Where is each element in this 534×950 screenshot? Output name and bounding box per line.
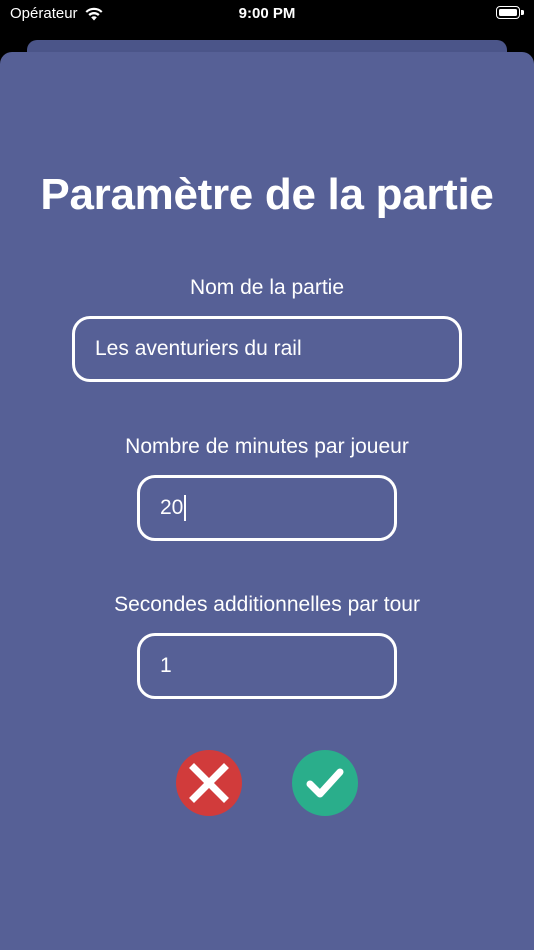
status-time: 9:00 PM xyxy=(238,5,296,22)
minutes-per-player-value: 20 xyxy=(160,496,184,519)
status-bar: Opérateur 9:00 PM xyxy=(0,0,534,30)
checkmark-icon xyxy=(306,768,344,798)
confirm-button[interactable] xyxy=(292,750,358,816)
seconds-per-turn-input[interactable]: 1 xyxy=(137,633,397,699)
game-name-input[interactable]: Les aventuriers du rail xyxy=(72,316,462,382)
minutes-per-player-input[interactable]: 20 xyxy=(137,475,397,541)
settings-sheet: Paramètre de la partie Nom de la partie … xyxy=(0,52,534,950)
game-name-value: Les aventuriers du rail xyxy=(95,337,302,360)
seconds-per-turn-label: Secondes additionnelles par tour xyxy=(114,593,420,616)
battery-icon xyxy=(496,6,524,19)
close-icon xyxy=(189,763,229,803)
minutes-per-player-label: Nombre de minutes par joueur xyxy=(125,435,409,458)
seconds-per-turn-value: 1 xyxy=(160,654,172,677)
game-name-label: Nom de la partie xyxy=(189,276,345,299)
cancel-button[interactable] xyxy=(176,750,242,816)
text-cursor xyxy=(184,495,187,521)
page-title: Paramètre de la partie xyxy=(40,170,494,219)
